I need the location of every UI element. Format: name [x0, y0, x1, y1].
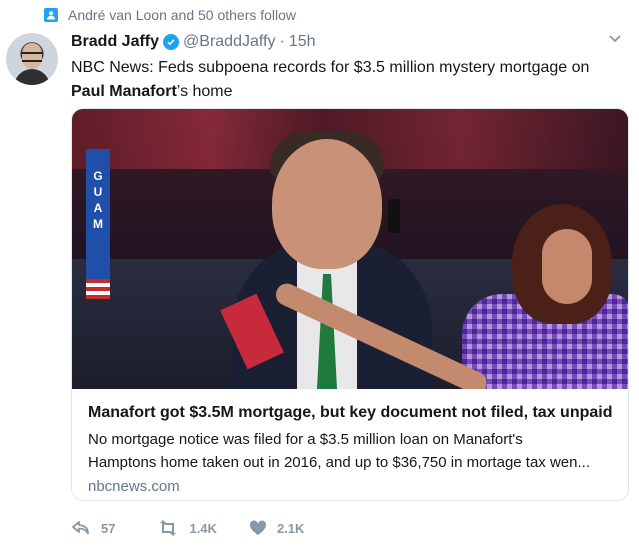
timestamp[interactable]: 15h [289, 33, 316, 51]
tweet-actions: 57 1.4K 2.1K [71, 520, 304, 536]
tweet-text-part2: ’s home [176, 83, 233, 100]
social-context: André van Loon and 50 others follow [44, 7, 296, 23]
heart-icon [249, 520, 267, 536]
social-context-text: André van Loon and 50 others follow [68, 7, 297, 23]
reply-button[interactable]: 57 [71, 520, 115, 536]
retweet-count: 1.4K [189, 520, 217, 536]
card-image[interactable]: GUAM [72, 109, 628, 389]
card-description: No mortgage notice was filed for a $3.5 … [88, 428, 612, 474]
tweet-header: Bradd Jaffy @BraddJaffy · 15h [71, 33, 316, 51]
chevron-down-icon[interactable] [607, 30, 623, 46]
author-handle[interactable]: @BraddJaffy [183, 33, 275, 51]
retweet-button[interactable]: 1.4K [157, 520, 217, 536]
guam-sign: GUAM [86, 149, 110, 299]
avatar[interactable] [6, 33, 58, 85]
card-title: Manafort got $3.5M mortgage, but key doc… [88, 404, 613, 421]
card-description-line2: Hamptons home taken out in 2016, and up … [88, 454, 590, 471]
like-count: 2.1K [276, 520, 305, 536]
person-icon [44, 8, 58, 22]
tweet-text-mention: Paul Manafort [71, 83, 177, 100]
card-description-line1: No mortgage notice was filed for a $3.5 … [88, 431, 523, 448]
guam-sign-text: GUAM [91, 169, 105, 233]
separator-dot: · [279, 33, 285, 50]
link-card[interactable]: GUAM Manafort got $3.5M mortgage, but ke… [71, 108, 629, 501]
retweet-icon [157, 520, 179, 536]
author-name[interactable]: Bradd Jaffy [71, 33, 159, 51]
card-domain: nbcnews.com [88, 478, 180, 495]
tweet-text: NBC News: Feds subpoena records for $3.5… [71, 56, 621, 104]
like-button[interactable]: 2.1K [249, 520, 304, 536]
tweet-text-part1: NBC News: Feds subpoena records for $3.5… [71, 59, 590, 76]
reply-icon [71, 520, 91, 536]
verified-badge-icon [163, 34, 180, 50]
reply-count: 57 [101, 520, 116, 536]
